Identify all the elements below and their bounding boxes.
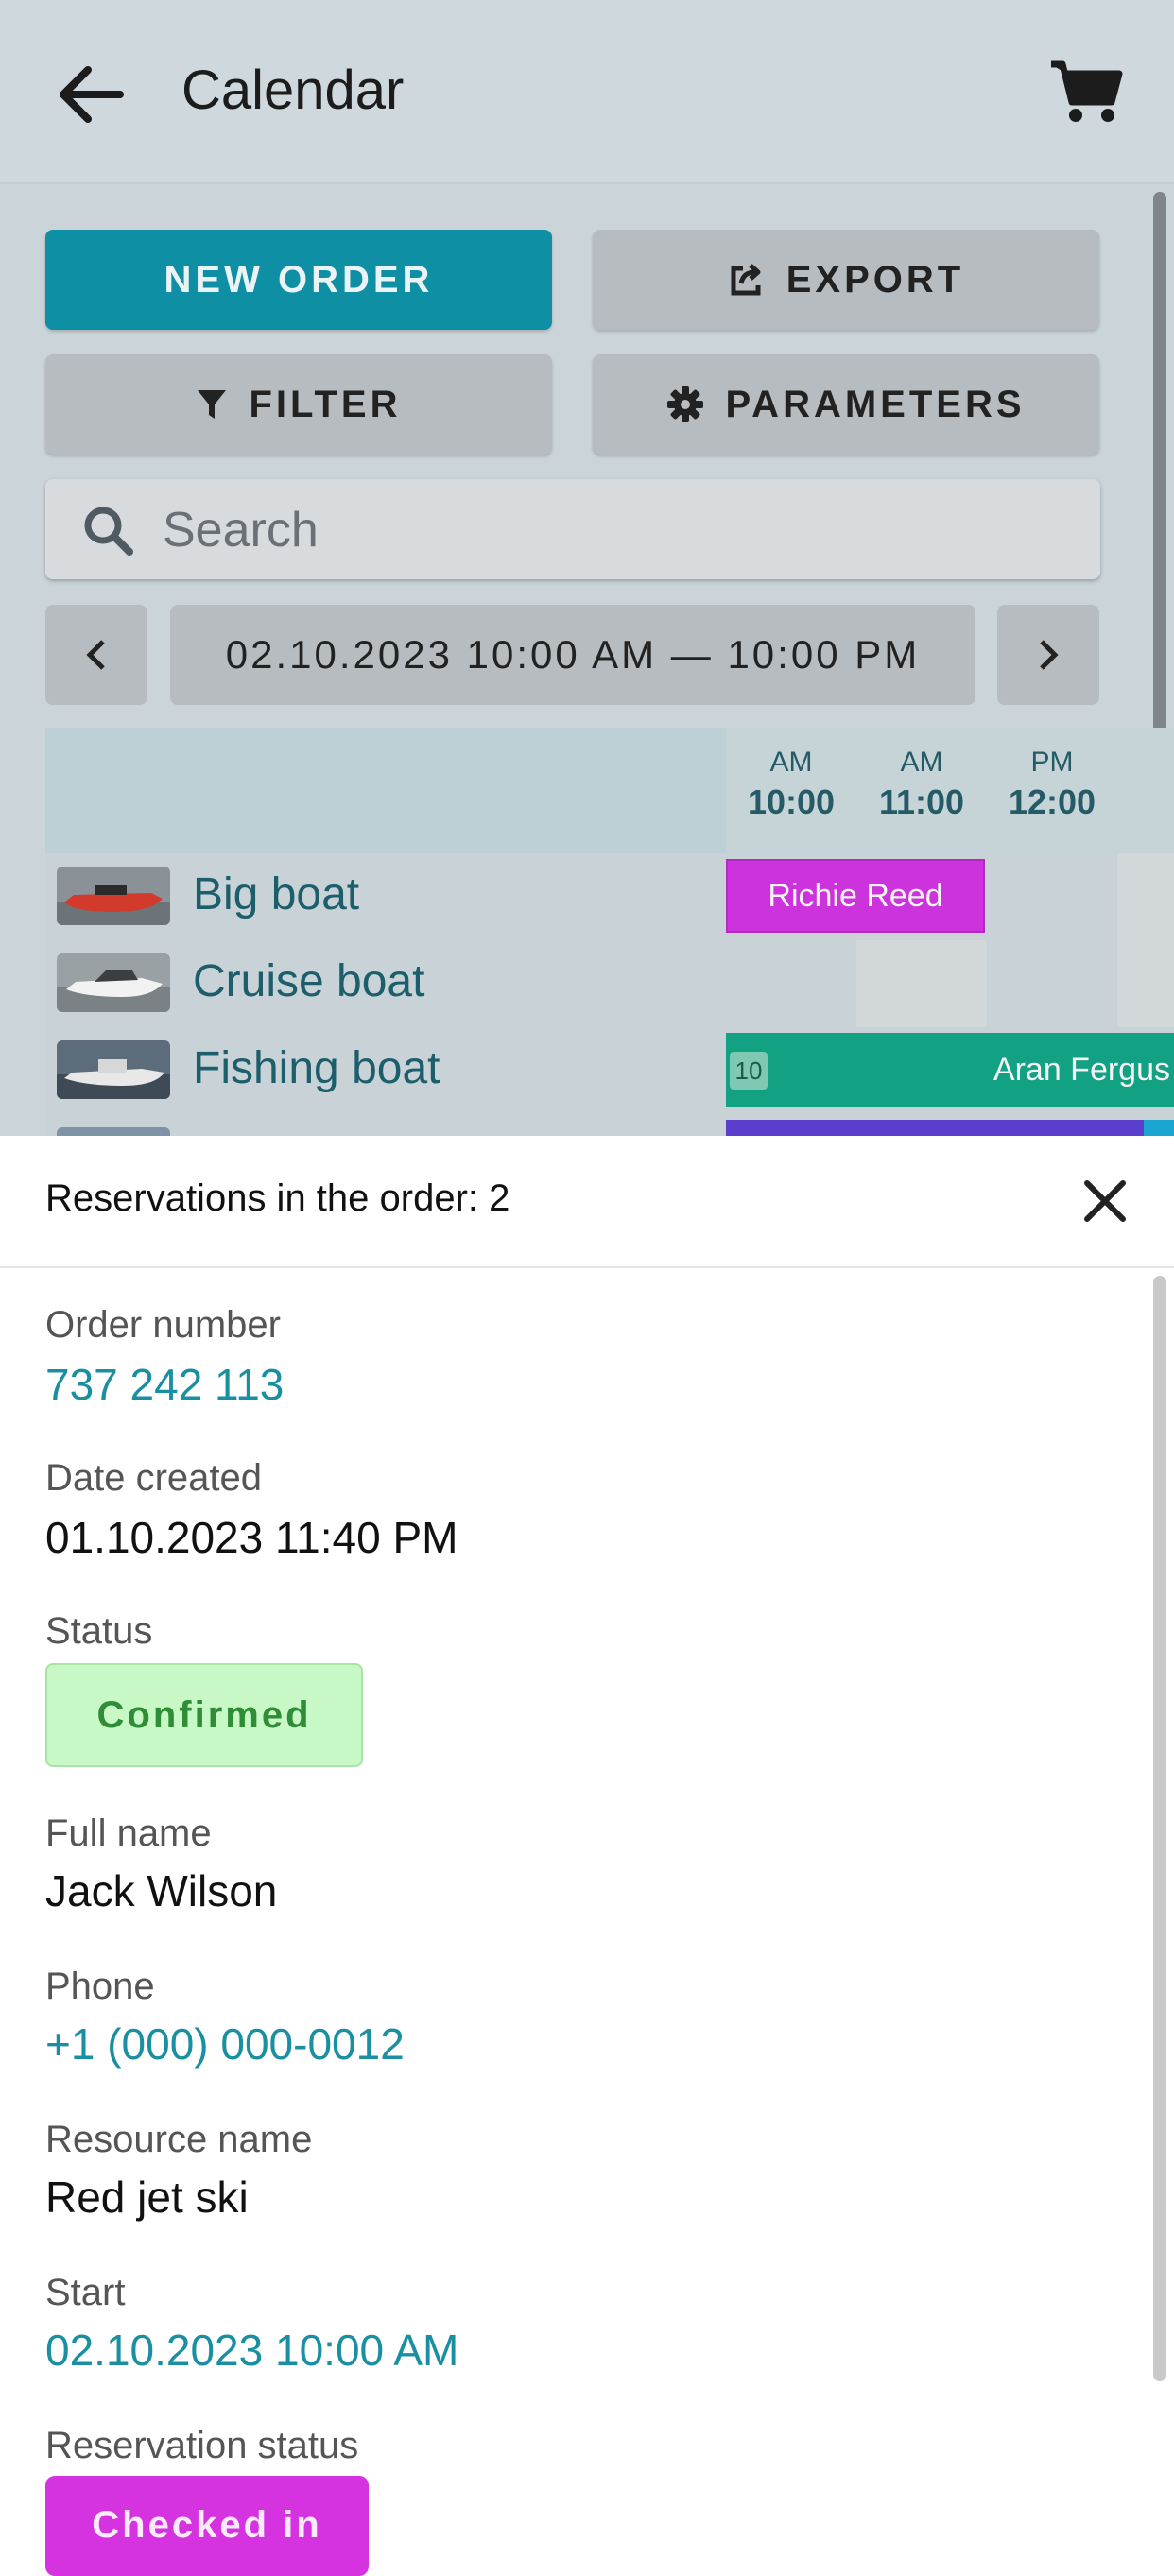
hour-time: 12:00: [1008, 782, 1096, 821]
resource-row[interactable]: Cruise boat: [45, 940, 1174, 1029]
date-created-label: Date created: [45, 1457, 263, 1499]
sheet-scrollbar[interactable]: [1153, 1276, 1166, 2381]
resource-name-label: Resource name: [45, 2119, 313, 2160]
full-name-value: Jack Wilson: [45, 1866, 278, 1915]
close-icon[interactable]: [1079, 1176, 1131, 1227]
order-number-link[interactable]: 737 242 113: [45, 1359, 284, 1410]
previous-date-button[interactable]: [45, 605, 147, 705]
parameters-button[interactable]: PARAMETERS: [593, 354, 1099, 455]
search-icon: [84, 507, 133, 556]
filter-label: FILTER: [249, 383, 402, 425]
start-link[interactable]: 02.10.2023 10:00 AM: [45, 2325, 458, 2376]
status-label: Status: [45, 1610, 153, 1652]
reservation-status-badge[interactable]: Checked in: [45, 2476, 369, 2576]
timeline-header: AM 10:00 AM 11:00 PM 12:00: [726, 728, 1174, 853]
time-cell[interactable]: [856, 940, 987, 1027]
time-cell[interactable]: [1117, 853, 1174, 940]
reservation-name: Aran Fergus: [993, 1051, 1170, 1088]
hour-column-header: AM 10:00: [726, 747, 856, 822]
calendar-content: NEW ORDER EXPORT FILTER PARAMETERS Searc…: [0, 184, 1174, 1139]
hour-ampm: PM: [1030, 747, 1074, 778]
new-order-label: NEW ORDER: [164, 258, 434, 301]
resource-name: Cruise boat: [193, 956, 425, 1006]
start-label: Start: [45, 2272, 126, 2313]
boat-thumbnail: [57, 1040, 170, 1099]
filter-button[interactable]: FILTER: [45, 354, 552, 455]
hour-column-header: PM 12:00: [987, 747, 1117, 822]
back-arrow-icon[interactable]: [52, 57, 128, 132]
hour-ampm: AM: [900, 747, 943, 778]
date-range-label[interactable]: 02.10.2023 10:00 AM — 10:00 PM: [170, 605, 975, 705]
resource-row[interactable]: Fishing boat 10 Aran Fergus: [45, 1027, 1174, 1116]
phone-link[interactable]: +1 (000) 000-0012: [45, 2018, 405, 2069]
reservation-block[interactable]: 10 Aran Fergus: [726, 1033, 1174, 1107]
reservation-count-badge: 10: [730, 1052, 768, 1090]
search-box: [45, 479, 1100, 579]
sheet-title: Reservations in the order: 2: [45, 1177, 510, 1219]
full-name-label: Full name: [45, 1812, 212, 1854]
search-input[interactable]: [161, 498, 1072, 562]
reservation-name: Richie Reed: [768, 877, 943, 914]
cart-icon[interactable]: [1049, 59, 1123, 125]
timeline-row: 10 Aran Fergus: [726, 1027, 1174, 1114]
hour-time: 11:00: [878, 782, 965, 821]
share-icon: [731, 264, 761, 296]
resource-name: Big boat: [193, 869, 360, 919]
chevron-right-icon: [1040, 640, 1059, 670]
chevron-left-icon: [86, 640, 105, 670]
resource-row[interactable]: Big boat Richie Reed: [45, 853, 1174, 942]
order-details-sheet: Reservations in the order: 2 Order numbe…: [0, 1136, 1174, 2576]
resource-name: Fishing boat: [193, 1043, 440, 1093]
filter-icon: [198, 390, 227, 419]
grid-header-blank: [45, 728, 726, 853]
calendar-grid: AM 10:00 AM 11:00 PM 12:00 Big boat Rich…: [45, 728, 1174, 1139]
page-title: Calendar: [181, 60, 405, 121]
export-label: EXPORT: [786, 258, 965, 301]
hour-time: 10:00: [747, 782, 836, 821]
timeline-row: [726, 940, 1174, 1027]
reservation-block[interactable]: Richie Reed: [726, 859, 985, 933]
hour-column-header: AM 11:00: [856, 747, 987, 822]
boat-thumbnail: [57, 867, 170, 925]
gear-icon: [667, 386, 704, 422]
timeline-row: Richie Reed: [726, 853, 1174, 940]
export-button[interactable]: EXPORT: [593, 230, 1099, 330]
order-number-label: Order number: [45, 1304, 281, 1346]
boat-thumbnail: [57, 953, 170, 1012]
next-date-button[interactable]: [997, 605, 1099, 705]
reservation-status-label: Reservation status: [45, 2425, 359, 2466]
new-order-button[interactable]: NEW ORDER: [45, 230, 552, 330]
phone-label: Phone: [45, 1966, 155, 2007]
date-created-value: 01.10.2023 11:40 PM: [45, 1513, 458, 1562]
time-cell[interactable]: [1117, 940, 1174, 1027]
parameters-label: PARAMETERS: [725, 383, 1026, 425]
app-bar: Calendar: [0, 0, 1174, 184]
hour-ampm: AM: [769, 747, 813, 778]
resource-name-value: Red jet ski: [45, 2172, 249, 2222]
status-badge[interactable]: Confirmed: [45, 1663, 363, 1767]
sheet-header: Reservations in the order: 2: [0, 1136, 1174, 1268]
